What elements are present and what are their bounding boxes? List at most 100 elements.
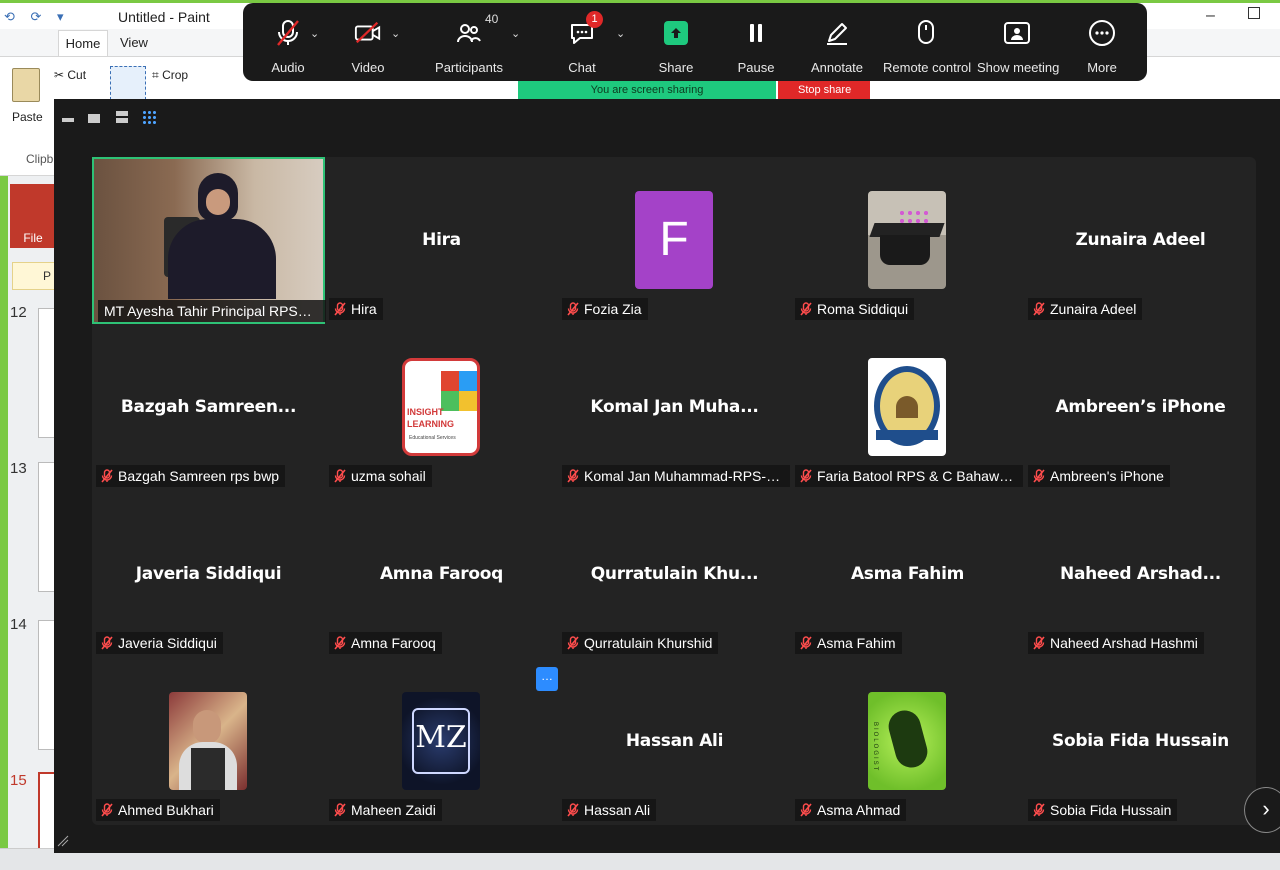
protected-view-bar: P xyxy=(12,262,56,290)
strip-view-icon[interactable] xyxy=(116,111,128,123)
audio-options-chevron-icon[interactable]: ⌄ xyxy=(310,27,319,40)
chat-options-chevron-icon[interactable]: ⌄ xyxy=(616,27,625,40)
stop-share-button[interactable]: Stop share xyxy=(778,81,870,99)
participant-display-name: Ambreen’s iPhone xyxy=(1055,397,1226,417)
participant-tile[interactable]: Roma Siddiqui xyxy=(791,157,1024,324)
slide-number: 15 xyxy=(10,772,27,789)
participant-tile[interactable]: Ahmed Bukhari xyxy=(92,658,325,825)
screen-sharing-banner: You are screen sharing xyxy=(518,81,776,99)
participant-tile[interactable]: Hira Hira xyxy=(325,157,558,324)
participants-count: 40 xyxy=(485,12,499,26)
participant-name-text: Hira xyxy=(351,301,377,317)
chat-unread-badge: 1 xyxy=(586,11,603,28)
participant-tile[interactable]: Ambreen’s iPhone Ambreen's iPhone xyxy=(1024,324,1257,491)
participant-tile[interactable]: Faria Batool RPS & C Bahawalpur xyxy=(791,324,1024,491)
paste-button[interactable]: Paste xyxy=(12,110,43,124)
pen-icon xyxy=(823,19,851,47)
more-button[interactable]: More xyxy=(1079,3,1125,81)
participant-name-label: Maheen Zaidi xyxy=(329,799,442,821)
maximize-icon[interactable] xyxy=(1248,7,1260,19)
participant-name-text: Hassan Ali xyxy=(584,802,651,818)
minimize-view-icon[interactable] xyxy=(62,118,74,122)
window-accent-left xyxy=(0,176,8,866)
share-label: Share xyxy=(658,60,694,75)
participant-name-text: Asma Ahmad xyxy=(817,802,901,818)
scissors-icon: ✂ xyxy=(54,68,68,82)
participant-name-label: uzma sohail xyxy=(329,465,432,487)
remote-control-button[interactable]: Remote control xyxy=(883,3,972,81)
participant-name-label: Qurratulain Khurshid xyxy=(562,632,719,654)
participant-display-name: Asma Fahim xyxy=(850,564,965,584)
file-button[interactable]: File xyxy=(10,184,56,248)
minimize-icon[interactable]: – xyxy=(1206,7,1215,25)
logo-subtext: Educational Services xyxy=(409,435,456,441)
pause-button[interactable]: Pause xyxy=(731,3,781,81)
resize-grip-icon[interactable] xyxy=(56,834,70,848)
logo-text: BIOLOGIST xyxy=(872,722,878,773)
video-options-chevron-icon[interactable]: ⌄ xyxy=(391,27,400,40)
participant-display-name: Zunaira Adeel xyxy=(1075,230,1206,250)
participant-tile[interactable]: Zunaira Adeel Zunaira Adeel xyxy=(1024,157,1257,324)
participant-name-label: MT Ayesha Tahir Principal RPS&C Bwp xyxy=(98,300,326,322)
cap-base-shape xyxy=(880,235,930,265)
participant-tile[interactable]: Naheed Arshad... Naheed Arshad Hashmi xyxy=(1024,491,1257,658)
participants-options-chevron-icon[interactable]: ⌄ xyxy=(511,27,520,40)
participant-display-name: Hassan Ali xyxy=(625,731,724,751)
participant-name-text: MT Ayesha Tahir Principal RPS&C Bwp xyxy=(104,303,326,319)
audio-button[interactable]: Audio xyxy=(261,3,315,81)
paste-icon[interactable] xyxy=(12,68,40,102)
participant-tile[interactable]: Javeria Siddiqui Javeria Siddiqui xyxy=(92,491,325,658)
gallery-view-icon[interactable] xyxy=(142,110,156,124)
participant-tile[interactable]: MT Ayesha Tahir Principal RPS&C Bwp xyxy=(92,157,326,324)
person-face xyxy=(206,189,230,215)
participant-tile[interactable]: BIOLOGIST Asma Ahmad xyxy=(791,658,1024,825)
share-button[interactable]: Share xyxy=(651,3,701,81)
monogram-logo: MZ xyxy=(402,692,480,790)
chat-label: Chat xyxy=(568,60,596,75)
participant-name-label: Zunaira Adeel xyxy=(1028,298,1143,320)
quick-access-icons[interactable]: ⟲ ⟳ ▾ xyxy=(4,9,70,25)
profile-photo xyxy=(169,692,247,790)
participant-tile[interactable]: Amna Farooq Amna Farooq xyxy=(325,491,558,658)
participant-tile[interactable]: Asma Fahim Asma Fahim xyxy=(791,491,1024,658)
participants-label: Participants xyxy=(435,60,503,75)
more-options-dots[interactable]: … xyxy=(536,667,558,691)
speaker-view-icon[interactable] xyxy=(88,114,100,123)
participant-tile[interactable]: Hassan Ali Hassan Ali xyxy=(558,658,791,825)
participant-tile[interactable]: MZ Maheen Zaidi xyxy=(325,658,558,825)
participant-tile[interactable]: Bazgah Samreen... Bazgah Samreen rps bwp xyxy=(92,324,325,491)
tab-home[interactable]: Home xyxy=(58,30,108,56)
participant-tile[interactable]: F Fozia Zia xyxy=(558,157,791,324)
participant-name-text: Bazgah Samreen rps bwp xyxy=(118,468,280,484)
logo-text: INSIGHT xyxy=(407,407,444,417)
participant-name-text: Sobia Fida Hussain xyxy=(1050,802,1172,818)
cut-button[interactable]: ✂ Cut xyxy=(54,68,86,82)
participant-name-text: Ambreen's iPhone xyxy=(1050,468,1164,484)
clipboard-group-label: Clipb xyxy=(26,152,54,166)
mouse-icon xyxy=(912,19,940,47)
participant-name-text: Ahmed Bukhari xyxy=(118,802,214,818)
next-page-chevron-icon[interactable]: › xyxy=(1244,787,1280,833)
participant-name-label: Fozia Zia xyxy=(562,298,648,320)
participant-display-name: Bazgah Samreen... xyxy=(120,397,297,417)
show-meeting-button[interactable]: Show meeting xyxy=(977,3,1059,81)
participant-tile[interactable]: Sobia Fida Hussain Sobia Fida Hussain xyxy=(1024,658,1257,825)
participant-name-label: Komal Jan Muhammad-RPS-Bahaw... xyxy=(562,465,790,487)
select-button[interactable] xyxy=(110,66,146,100)
participant-tile[interactable]: Qurratulain Khu... Qurratulain Khurshid xyxy=(558,491,791,658)
remote-control-label: Remote control xyxy=(883,60,972,75)
crop-button[interactable]: ⌗ Crop xyxy=(152,68,188,83)
participant-tile[interactable]: INSIGHT LEARNING Educational Services uzma … xyxy=(325,324,558,491)
video-button[interactable]: Video xyxy=(341,3,395,81)
slide-number: 13 xyxy=(10,460,27,477)
tab-view[interactable]: View xyxy=(120,30,148,56)
participant-name-label: Ambreen's iPhone xyxy=(1028,465,1170,487)
crest-banner-shape xyxy=(876,430,938,440)
participant-display-name: Amna Farooq xyxy=(379,564,504,584)
participant-name-text: Zunaira Adeel xyxy=(1050,301,1137,317)
participant-tile[interactable]: Komal Jan Muha... Komal Jan Muhammad-RPS-… xyxy=(558,324,791,491)
annotate-button[interactable]: Annotate xyxy=(807,3,867,81)
more-label: More xyxy=(1087,60,1117,75)
school-crest-logo xyxy=(868,358,946,456)
participant-display-name: Javeria Siddiqui xyxy=(135,564,282,584)
